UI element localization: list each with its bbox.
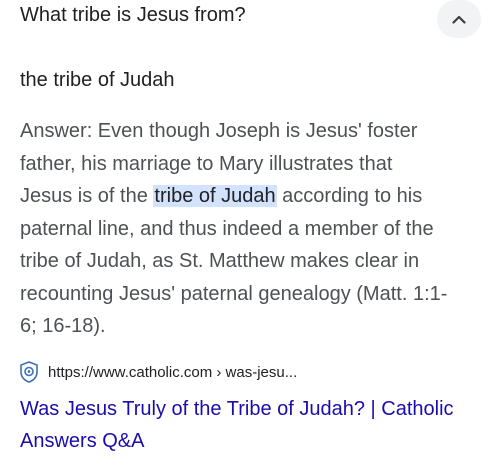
question-header[interactable]: What tribe is Jesus from? [0, 0, 500, 40]
chevron-up-icon [452, 15, 466, 24]
source-url[interactable]: https://www.catholic.com › was-jesu... [48, 364, 297, 381]
featured-short-answer: the tribe of Judah [20, 69, 175, 91]
collapse-toggle-button[interactable] [437, 0, 481, 38]
result-title-line[interactable]: Answers Q&A [20, 430, 144, 452]
snippet-text: Jesus is of the [20, 185, 154, 207]
snippet-line: 6; 16-18). [20, 315, 106, 337]
snippet-line: tribe of Judah, as St. Matthew makes cle… [20, 250, 420, 272]
catholic-answers-favicon-icon [18, 361, 40, 383]
source-citation[interactable]: https://www.catholic.com › was-jesu... [18, 360, 297, 384]
result-title-line[interactable]: Was Jesus Truly of the Tribe of Judah? |… [20, 398, 454, 420]
snippet-line: father, his marriage to Mary illustrates… [20, 152, 393, 175]
question-text[interactable]: What tribe is Jesus from? [20, 4, 246, 27]
highlighted-answer-text: tribe of Judah [153, 185, 277, 207]
result-title-link[interactable]: Was Jesus Truly of the Tribe of Judah? |… [20, 393, 490, 457]
answer-snippet: Answer: Even though Joseph is Jesus' fos… [20, 115, 490, 343]
snippet-line: Answer: Even though Joseph is Jesus' fos… [20, 120, 418, 142]
snippet-line: Jesus is of the tribe of Judah according… [20, 185, 422, 207]
snippet-text: according to his [276, 185, 423, 207]
snippet-line: recounting Jesus' paternal genealogy (Ma… [20, 282, 448, 305]
snippet-line: paternal line, and thus indeed a member … [20, 217, 434, 240]
